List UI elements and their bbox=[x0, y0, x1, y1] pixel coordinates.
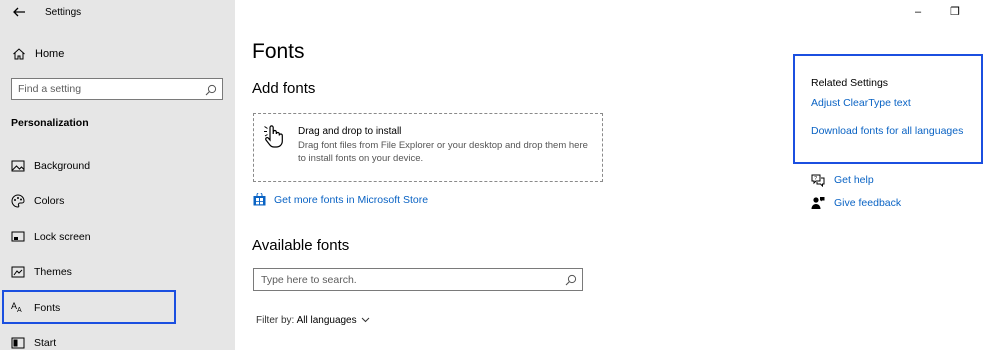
palette-icon bbox=[11, 194, 25, 208]
sidebar-item-label: Fonts bbox=[34, 302, 61, 314]
available-fonts-heading: Available fonts bbox=[252, 237, 350, 254]
give-feedback-label: Give feedback bbox=[834, 197, 902, 209]
settings-search-input[interactable] bbox=[18, 81, 198, 97]
sidebar-item-colors[interactable]: Colors bbox=[0, 186, 235, 216]
font-drop-zone[interactable]: Drag and drop to install Drag font files… bbox=[253, 113, 603, 182]
app-title: Settings bbox=[45, 7, 82, 18]
cleartype-link[interactable]: Adjust ClearType text bbox=[811, 97, 911, 109]
sidebar-item-label: Lock screen bbox=[34, 231, 91, 243]
sidebar-item-lock-screen[interactable]: Lock screen bbox=[0, 222, 235, 252]
get-help-label: Get help bbox=[834, 174, 874, 186]
settings-window: Settings Home Personalization Background bbox=[0, 0, 1000, 350]
add-fonts-heading: Add fonts bbox=[252, 80, 316, 97]
sidebar-item-background[interactable]: Background bbox=[0, 151, 235, 181]
font-preview-peek bbox=[355, 344, 595, 350]
svg-text:A: A bbox=[17, 307, 22, 314]
sidebar-item-start[interactable]: Start bbox=[0, 328, 235, 350]
sidebar-item-themes[interactable]: Themes bbox=[0, 257, 235, 287]
title-bar: Settings bbox=[0, 0, 235, 28]
lock-screen-icon bbox=[11, 230, 25, 244]
chevron-down-icon bbox=[361, 315, 370, 325]
filter-label: Filter by: bbox=[256, 315, 295, 326]
related-settings-panel: Related Settings Adjust ClearType text D… bbox=[793, 54, 983, 164]
home-icon bbox=[12, 47, 26, 61]
language-filter: Filter by: All languages bbox=[256, 315, 370, 326]
start-icon bbox=[11, 336, 25, 350]
store-icon bbox=[253, 192, 266, 206]
settings-search[interactable] bbox=[11, 78, 223, 100]
help-chat-icon: ? bbox=[811, 173, 825, 188]
fonts-icon: AA bbox=[11, 300, 25, 314]
sidebar-item-label: Themes bbox=[34, 266, 72, 278]
filter-dropdown[interactable]: All languages bbox=[297, 315, 370, 326]
nav-home[interactable]: Home bbox=[0, 44, 235, 66]
drop-zone-description: Drag font files from File Explorer or yo… bbox=[298, 140, 588, 164]
sidebar: Settings Home Personalization Background bbox=[0, 0, 235, 350]
filter-value: All languages bbox=[296, 315, 357, 326]
sidebar-item-label: Colors bbox=[34, 195, 65, 207]
sidebar-item-label: Start bbox=[34, 337, 57, 349]
picture-icon bbox=[11, 159, 25, 173]
back-arrow-icon[interactable] bbox=[10, 5, 28, 23]
restore-button[interactable]: ❐ bbox=[945, 4, 965, 20]
svg-text:?: ? bbox=[814, 176, 817, 182]
sidebar-item-label: Background bbox=[34, 160, 91, 172]
store-link-label: Get more fonts in Microsoft Store bbox=[274, 194, 429, 206]
feedback-person-icon bbox=[811, 196, 825, 210]
font-search-box[interactable] bbox=[253, 268, 583, 291]
font-search-input[interactable] bbox=[261, 272, 551, 287]
hand-pointer-icon bbox=[263, 123, 287, 149]
themes-icon bbox=[11, 265, 25, 279]
related-settings-title: Related Settings bbox=[811, 77, 889, 89]
main-content: – ❐ Fonts Add fonts Drag and drop to ins… bbox=[235, 0, 1000, 350]
nav-home-label: Home bbox=[35, 48, 65, 60]
search-icon[interactable] bbox=[565, 273, 577, 286]
minimize-button[interactable]: – bbox=[908, 4, 928, 20]
section-title: Personalization bbox=[11, 117, 89, 129]
drop-zone-title: Drag and drop to install bbox=[298, 126, 402, 137]
page-title: Fonts bbox=[252, 40, 305, 63]
sidebar-item-fonts[interactable]: AA Fonts bbox=[2, 290, 176, 324]
download-fonts-link[interactable]: Download fonts for all languages bbox=[811, 125, 963, 137]
search-icon[interactable] bbox=[205, 83, 217, 96]
